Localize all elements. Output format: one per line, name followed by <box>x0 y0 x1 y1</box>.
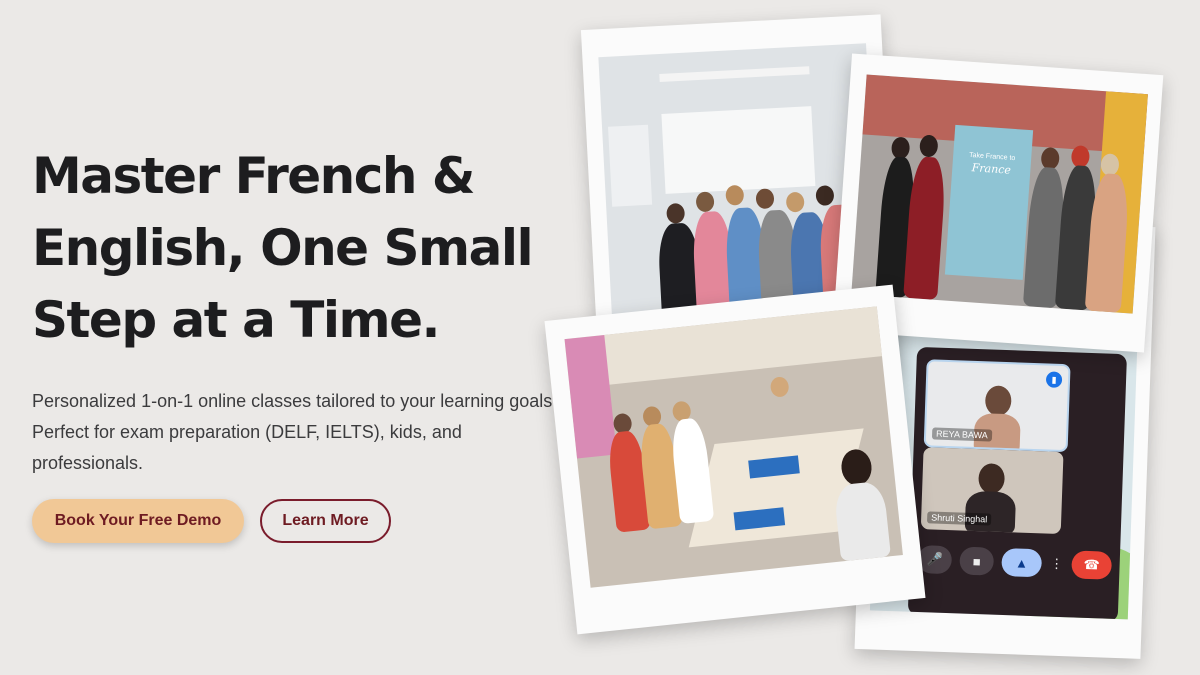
wall-poster <box>608 124 653 207</box>
video-call-panel: ▮ REYA BAWA Shruti Singhal 🎤 ■ ▲ ⋮ ☎ <box>907 346 1127 620</box>
person-head <box>919 134 939 158</box>
participant-tile-2: Shruti Singhal <box>920 447 1064 535</box>
kids-at-table-image <box>564 306 903 588</box>
participant-tile-1: ▮ REYA BAWA <box>923 359 1071 453</box>
cta-row: Book Your Free Demo Learn More <box>32 499 391 543</box>
classroom-wall <box>564 306 882 389</box>
more-vertical-icon[interactable]: ⋮ <box>1049 550 1064 578</box>
whiteboard <box>661 106 816 194</box>
participant-1-name: REYA BAWA <box>931 427 992 442</box>
kid-head <box>725 184 745 206</box>
headline-line-2: English, One Small <box>32 219 534 277</box>
audio-level-icon: ▮ <box>1045 371 1063 388</box>
kid-head <box>695 191 715 213</box>
hero-subtitle: Personalized 1-on-1 online classes tailo… <box>32 391 558 473</box>
event-banner-title: France <box>971 161 1012 177</box>
participant-1-image <box>984 385 1012 417</box>
present-screen-icon[interactable]: ▲ <box>1001 547 1043 578</box>
headline-line-3: Step at a Time. <box>32 291 440 349</box>
event-banner-small: Take France to <box>968 151 1016 163</box>
ceiling-light <box>659 66 810 83</box>
end-call-icon[interactable]: ☎ <box>1071 550 1113 580</box>
participant-2-name: Shruti Singhal <box>926 511 992 526</box>
kid-head <box>769 376 790 398</box>
participant-2-image <box>978 463 1006 495</box>
hero-text: Master French & English, One Small Step … <box>32 140 592 479</box>
kid-head <box>755 188 775 210</box>
call-controls: 🎤 ■ ▲ ⋮ ☎ <box>917 545 1113 580</box>
kid-head <box>815 185 835 207</box>
kid-head <box>666 202 686 224</box>
event-group-image: Take France to France <box>851 74 1148 314</box>
kid-head <box>785 191 805 213</box>
camera-icon[interactable]: ■ <box>959 546 995 576</box>
girl-body <box>833 480 891 562</box>
event-banner: Take France to France <box>944 124 1034 280</box>
learn-more-button[interactable]: Learn More <box>260 499 391 543</box>
hero-headline: Master French & English, One Small Step … <box>32 140 592 356</box>
book-free-demo-button[interactable]: Book Your Free Demo <box>32 499 244 543</box>
headline-line-1: Master French & <box>32 147 476 205</box>
kids-at-table-photo <box>544 284 926 635</box>
